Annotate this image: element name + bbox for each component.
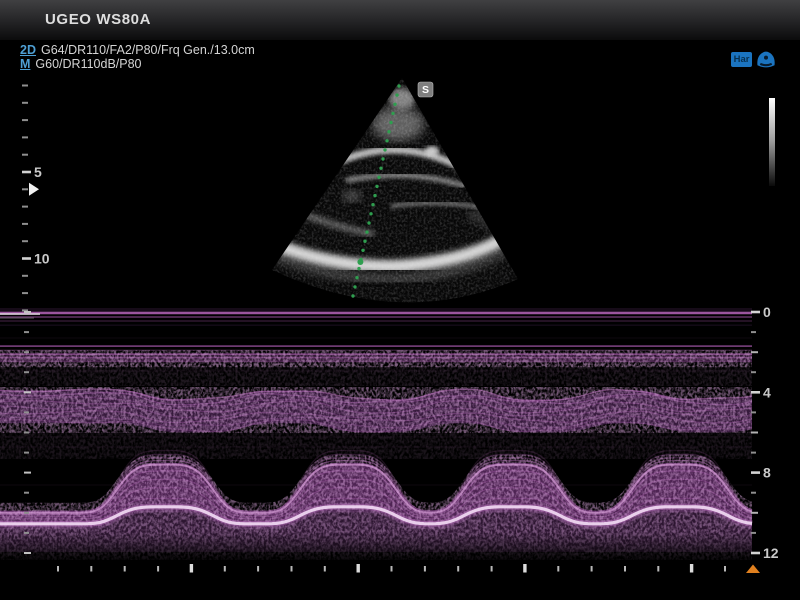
focus-marker[interactable] [29, 183, 39, 196]
mline-dot[interactable] [395, 93, 398, 96]
sweep-position-marker [746, 565, 760, 574]
time-tick [557, 566, 559, 572]
time-tick [257, 566, 259, 572]
mline-dot[interactable] [377, 176, 380, 179]
mline-caliper-dot[interactable] [357, 259, 363, 265]
status-line-2d: 2D G64/DR110/FA2/P80/Frq Gen./13.0cm [20, 43, 255, 57]
depth-label-2d: 10 [34, 251, 50, 267]
mline-dot[interactable] [351, 294, 354, 297]
mline-dot[interactable] [393, 103, 396, 106]
harmonics-badge: Har [731, 52, 752, 67]
mline-dot[interactable] [369, 212, 372, 215]
mline-dot[interactable] [361, 249, 364, 252]
orientation-marker: S [422, 84, 429, 96]
mline-dot[interactable] [373, 194, 376, 197]
mline-dot[interactable] [375, 185, 378, 188]
depth-label-mmode: 4 [763, 384, 771, 400]
time-tick [523, 564, 526, 573]
time-tick [124, 566, 126, 572]
depth-label-mmode: 12 [763, 545, 779, 561]
imaging-area: S 5 10 0 4 8 12 [0, 0, 800, 600]
grayscale-map-bar [769, 98, 775, 186]
time-tick [624, 566, 626, 572]
mline-dot[interactable] [355, 276, 358, 279]
time-tick [224, 566, 226, 572]
mode-2d-label: 2D [20, 43, 36, 57]
orientation-marker-badge: S [418, 82, 433, 97]
header-bar: UGEO WS80A [0, 0, 800, 40]
mode-2d-params: G64/DR110/FA2/P80/Frq Gen./13.0cm [41, 43, 255, 57]
mmode-trace [0, 308, 752, 563]
mline-dot[interactable] [391, 112, 394, 115]
mline-dot[interactable] [381, 157, 384, 160]
mline-dot[interactable] [397, 84, 400, 87]
mline-dot[interactable] [389, 121, 392, 124]
time-tick [457, 566, 459, 572]
time-tick [591, 566, 593, 572]
time-tick [324, 566, 326, 572]
time-tick [424, 566, 426, 572]
mode-m-label: M [20, 57, 30, 71]
mline-dot[interactable] [379, 167, 382, 170]
time-tick [657, 566, 659, 572]
mline-dot[interactable] [371, 203, 374, 206]
time-tick [690, 564, 693, 573]
time-tick [291, 566, 293, 572]
mline-dot[interactable] [365, 230, 368, 233]
depth-label-mmode: 8 [763, 465, 771, 481]
mline-dot[interactable] [383, 148, 386, 151]
mline-dot[interactable] [357, 267, 360, 270]
mline-dot[interactable] [387, 130, 390, 133]
time-tick [391, 566, 393, 572]
ultrasound-screen: S 5 10 0 4 8 12 UGEO WS80A 2D G64/DR110/FA2/P8… [0, 0, 800, 600]
time-tick [724, 566, 726, 572]
time-tick [157, 566, 159, 572]
time-tick [357, 564, 360, 573]
time-tick [491, 566, 493, 572]
mode-m-params: G60/DR110dB/P80 [35, 57, 141, 71]
mline-dot[interactable] [385, 139, 388, 142]
time-tick [90, 566, 92, 572]
mline-dot[interactable] [367, 221, 370, 224]
time-tick [57, 566, 59, 572]
depth-label-2d: 5 [34, 164, 42, 180]
mline-dot[interactable] [363, 240, 366, 243]
time-tick [190, 564, 193, 573]
status-line-m: M G60/DR110dB/P80 [20, 57, 142, 71]
depth-label-mmode: 0 [763, 304, 771, 320]
probe-icon [755, 50, 777, 69]
app-title: UGEO WS80A [45, 11, 151, 28]
mline-dot[interactable] [353, 285, 356, 288]
